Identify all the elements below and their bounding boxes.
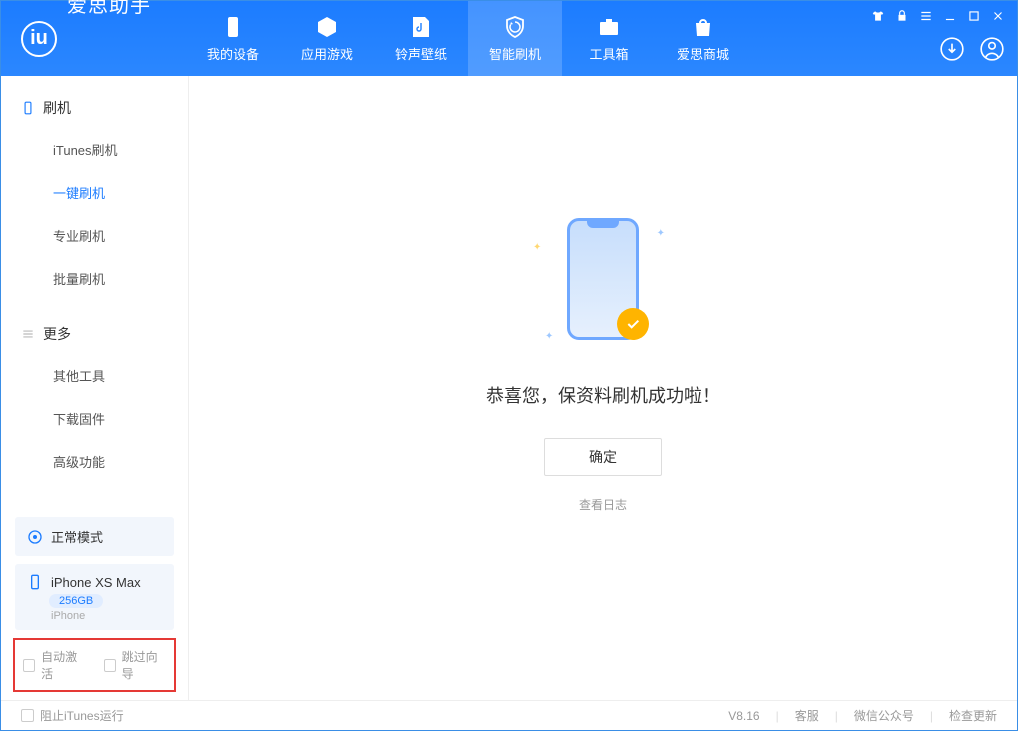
nav-tab-device[interactable]: 我的设备: [186, 1, 280, 76]
nav-label: 智能刷机: [489, 44, 541, 63]
sparkle-icon: ✦: [545, 331, 553, 342]
user-controls: [939, 36, 1005, 62]
logo-icon: iu: [21, 21, 57, 57]
bottom-options-highlighted: 自动激活 跳过向导: [13, 638, 176, 692]
phone-icon: [27, 574, 43, 590]
music-file-icon: [408, 14, 434, 40]
logo-area: iu 爱思助手 www.i4.cn: [21, 0, 186, 89]
sidebar-item-itunes[interactable]: iTunes刷机: [1, 128, 188, 171]
nav-tab-toolbox[interactable]: 工具箱: [562, 1, 656, 76]
mode-card[interactable]: 正常模式: [15, 517, 174, 556]
footer-left: 阻止iTunes运行: [21, 707, 124, 724]
tshirt-icon[interactable]: [871, 9, 885, 23]
sidebar-item-advanced[interactable]: 高级功能: [1, 440, 188, 483]
device-icon: [220, 14, 246, 40]
minimize-icon[interactable]: [943, 9, 957, 23]
device-panel: 正常模式 iPhone XS Max 256GB iPhone: [1, 517, 188, 630]
device-card[interactable]: iPhone XS Max 256GB iPhone: [15, 564, 174, 630]
capacity-badge: 256GB: [49, 594, 103, 608]
app-body: 刷机 iTunes刷机 一键刷机 专业刷机 批量刷机 更多 其他工具 下载固件 …: [1, 76, 1017, 700]
device-name-row: iPhone XS Max: [27, 574, 162, 590]
app-website: www.i4.cn: [67, 78, 151, 89]
view-log-link[interactable]: 查看日志: [579, 496, 627, 513]
checkbox-icon: [23, 659, 35, 672]
lock-icon[interactable]: [895, 9, 909, 23]
support-link[interactable]: 客服: [795, 707, 819, 724]
maximize-icon[interactable]: [967, 9, 981, 23]
checkbox-label: 自动激活: [41, 648, 85, 682]
download-icon[interactable]: [939, 36, 965, 62]
checkbox-icon: [21, 709, 34, 722]
sidebar-item-tools[interactable]: 其他工具: [1, 354, 188, 397]
app-name: 爱思助手: [67, 0, 151, 78]
sidebar-item-batch[interactable]: 批量刷机: [1, 257, 188, 300]
separator: |: [776, 709, 779, 723]
main-content: ✦ ✦ ✦ 恭喜您，保资料刷机成功啦！ 确定 查看日志: [189, 76, 1017, 700]
nav-tab-store[interactable]: 爱思商城: [656, 1, 750, 76]
success-illustration: ✦ ✦ ✦: [513, 204, 693, 354]
ok-button[interactable]: 确定: [544, 438, 662, 476]
sidebar-section-flash: 刷机 iTunes刷机 一键刷机 专业刷机 批量刷机: [1, 76, 188, 302]
app-header: iu 爱思助手 www.i4.cn 我的设备 应用游戏 铃声壁纸 智能刷机 工具…: [1, 1, 1017, 76]
menu-lines-icon: [21, 327, 35, 341]
sparkle-icon: ✦: [533, 242, 541, 253]
refresh-shield-icon: [502, 14, 528, 40]
sidebar-item-pro[interactable]: 专业刷机: [1, 214, 188, 257]
auto-activate-checkbox[interactable]: 自动激活: [23, 648, 86, 682]
separator: |: [835, 709, 838, 723]
nav-label: 我的设备: [207, 44, 259, 63]
footer: 阻止iTunes运行 V8.16 | 客服 | 微信公众号 | 检查更新: [1, 700, 1017, 730]
device-name: iPhone XS Max: [51, 575, 141, 590]
nav-label: 应用游戏: [301, 44, 353, 63]
header-right: [871, 1, 1005, 76]
sidebar-items: iTunes刷机 一键刷机 专业刷机 批量刷机: [1, 126, 188, 302]
nav-label: 爱思商城: [677, 44, 729, 63]
checkbox-label: 跳过向导: [122, 648, 166, 682]
sync-icon: [27, 529, 43, 545]
update-link[interactable]: 检查更新: [949, 707, 997, 724]
section-title: 更多: [43, 324, 71, 344]
section-title: 刷机: [43, 98, 71, 118]
logo-text: 爱思助手 www.i4.cn: [67, 0, 151, 89]
menu-icon[interactable]: [919, 9, 933, 23]
phone-notch: [587, 221, 619, 228]
sidebar: 刷机 iTunes刷机 一键刷机 专业刷机 批量刷机 更多 其他工具 下载固件 …: [1, 76, 189, 700]
device-type: iPhone: [51, 610, 162, 622]
mode-label: 正常模式: [51, 527, 103, 546]
footer-right: V8.16 | 客服 | 微信公众号 | 检查更新: [728, 707, 997, 724]
sidebar-header-more: 更多: [1, 316, 188, 352]
sidebar-header-flash: 刷机: [1, 90, 188, 126]
success-title: 恭喜您，保资料刷机成功啦！: [486, 382, 720, 408]
nav-tab-apps[interactable]: 应用游戏: [280, 1, 374, 76]
nav-tab-ringtone[interactable]: 铃声壁纸: [374, 1, 468, 76]
briefcase-icon: [596, 14, 622, 40]
version-label: V8.16: [728, 709, 759, 723]
wechat-link[interactable]: 微信公众号: [854, 707, 914, 724]
skip-wizard-checkbox[interactable]: 跳过向导: [104, 648, 167, 682]
sidebar-item-oneclick[interactable]: 一键刷机: [1, 171, 188, 214]
sidebar-item-firmware[interactable]: 下载固件: [1, 397, 188, 440]
nav-tabs: 我的设备 应用游戏 铃声壁纸 智能刷机 工具箱 爱思商城: [186, 1, 750, 76]
sidebar-items: 其他工具 下载固件 高级功能: [1, 352, 188, 485]
sidebar-section-more: 更多 其他工具 下载固件 高级功能: [1, 302, 188, 485]
nav-label: 铃声壁纸: [395, 44, 447, 63]
nav-label: 工具箱: [589, 44, 628, 63]
phone-icon: [21, 101, 35, 115]
sparkle-icon: ✦: [657, 228, 665, 239]
separator: |: [930, 709, 933, 723]
checkbox-label: 阻止iTunes运行: [40, 707, 124, 724]
success-check-icon: [617, 308, 649, 340]
cube-icon: [314, 14, 340, 40]
user-icon[interactable]: [979, 36, 1005, 62]
checkbox-icon: [104, 659, 116, 672]
nav-tab-flash[interactable]: 智能刷机: [468, 1, 562, 76]
stop-itunes-checkbox[interactable]: 阻止iTunes运行: [21, 707, 124, 724]
bag-icon: [690, 14, 716, 40]
window-controls: [871, 9, 1005, 23]
close-icon[interactable]: [991, 9, 1005, 23]
